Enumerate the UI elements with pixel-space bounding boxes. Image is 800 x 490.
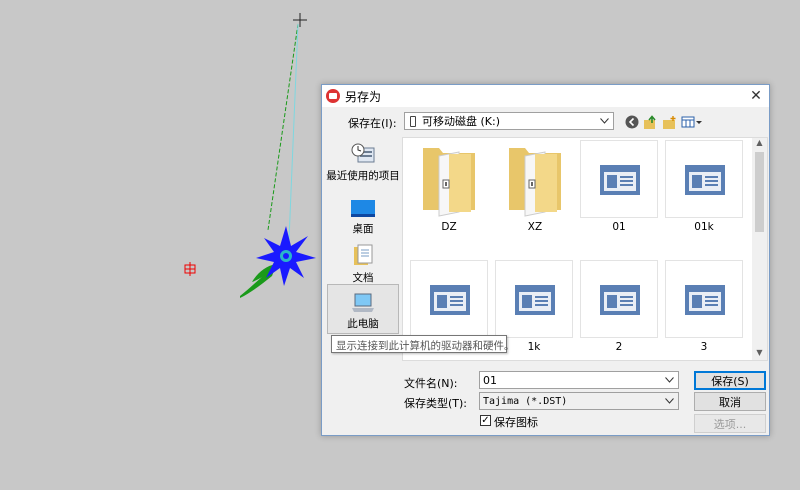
vertical-scrollbar[interactable]: ▲ ▼ <box>752 138 767 360</box>
dst-file-icon <box>580 260 658 338</box>
folder-icon <box>509 148 561 217</box>
file-item-01k[interactable]: 01k <box>664 140 744 236</box>
place-label: 文档 <box>352 272 374 284</box>
back-arrow-icon <box>625 115 639 129</box>
new-folder-icon <box>662 115 675 129</box>
dst-file-icon <box>665 260 743 338</box>
save-button[interactable]: 保存(S) <box>694 371 766 390</box>
file-item-01[interactable]: 01 <box>579 140 659 236</box>
documents-icon <box>354 244 373 265</box>
place-desktop[interactable]: 桌面 <box>327 190 399 238</box>
file-item-3[interactable]: 3 <box>664 260 744 356</box>
recent-items-icon <box>351 143 375 163</box>
dst-file-icon <box>665 140 743 218</box>
file-name-label: 3 <box>700 341 708 353</box>
view-menu-button[interactable] <box>681 114 703 130</box>
file-name-label: XZ <box>527 221 543 233</box>
crosshair-cursor-icon <box>293 13 307 27</box>
chevron-down-icon <box>598 115 610 127</box>
filetype-label: 保存类型(T): <box>404 397 468 410</box>
cancel-button[interactable]: 取消 <box>694 392 766 411</box>
places-bar: 最近使用的项目 桌面 文档 此电脑 <box>326 137 400 361</box>
new-folder-button[interactable] <box>661 114 677 130</box>
dialog-titlebar: 另存为 ✕ <box>322 85 769 107</box>
up-folder-button[interactable] <box>642 114 658 130</box>
chevron-down-icon <box>663 395 675 407</box>
place-label: 最近使用的项目 <box>326 170 400 182</box>
desktop-icon <box>351 200 375 217</box>
close-button[interactable]: ✕ <box>747 87 765 105</box>
place-this-pc[interactable]: 此电脑 <box>327 284 399 334</box>
folder-icon <box>423 148 475 217</box>
dst-file-icon <box>495 260 573 338</box>
scrollbar-thumb[interactable] <box>755 152 764 232</box>
filetype-dropdown[interactable]: Tajima (*.DST) <box>479 392 679 410</box>
save-icon-checkbox-label[interactable]: 保存图标 <box>494 414 538 430</box>
chevron-down-icon <box>663 374 675 386</box>
save-icon-checkbox[interactable]: ✓ <box>480 415 491 426</box>
filename-input[interactable]: 01 <box>479 371 679 389</box>
back-button[interactable] <box>624 114 640 130</box>
dialog-title: 另存为 <box>345 89 382 104</box>
scroll-up-icon[interactable]: ▲ <box>752 138 767 150</box>
save-as-dialog: 另存为 ✕ 保存在(I): 可移动磁盘 (K:) 最近使用的项目 桌面 文档 此… <box>321 84 770 436</box>
file-name-label: 2 <box>615 341 623 353</box>
origin-marker-icon <box>184 262 196 276</box>
dst-file-icon <box>410 260 488 338</box>
this-pc-icon <box>352 293 374 312</box>
place-label: 桌面 <box>352 223 374 235</box>
save-in-dropdown[interactable]: 可移动磁盘 (K:) <box>404 112 614 130</box>
this-pc-tooltip: 显示连接到此计算机的驱动器和硬件。 <box>331 335 515 353</box>
flower-design <box>240 226 316 298</box>
file-name-label: DZ <box>441 221 457 233</box>
filetype-value: Tajima (*.DST) <box>483 395 568 407</box>
file-name-label: 01k <box>694 221 714 233</box>
file-list-pane[interactable]: DZ XZ 01 01k 1k 2 3 ▲ ▼ <box>402 137 768 361</box>
up-folder-icon <box>643 114 656 129</box>
view-grid-icon <box>681 116 702 128</box>
place-recent-items[interactable]: 最近使用的项目 <box>326 137 400 185</box>
removable-drive-icon <box>410 115 416 127</box>
filename-label: 文件名(N): <box>404 377 458 390</box>
save-in-value: 可移动磁盘 (K:) <box>422 115 500 128</box>
save-in-label: 保存在(I): <box>348 117 397 130</box>
place-label: 此电脑 <box>347 318 379 330</box>
folder-item-dz[interactable]: DZ <box>409 140 489 236</box>
place-documents[interactable]: 文档 <box>327 239 399 287</box>
options-button[interactable]: 选项... <box>694 414 766 433</box>
folder-item-xz[interactable]: XZ <box>495 140 575 236</box>
dst-file-icon <box>580 140 658 218</box>
file-item-2[interactable]: 2 <box>579 260 659 356</box>
file-name-label: 01 <box>612 221 626 233</box>
scroll-down-icon[interactable]: ▼ <box>752 348 767 360</box>
filename-value: 01 <box>483 373 497 387</box>
app-logo-icon <box>326 89 340 103</box>
